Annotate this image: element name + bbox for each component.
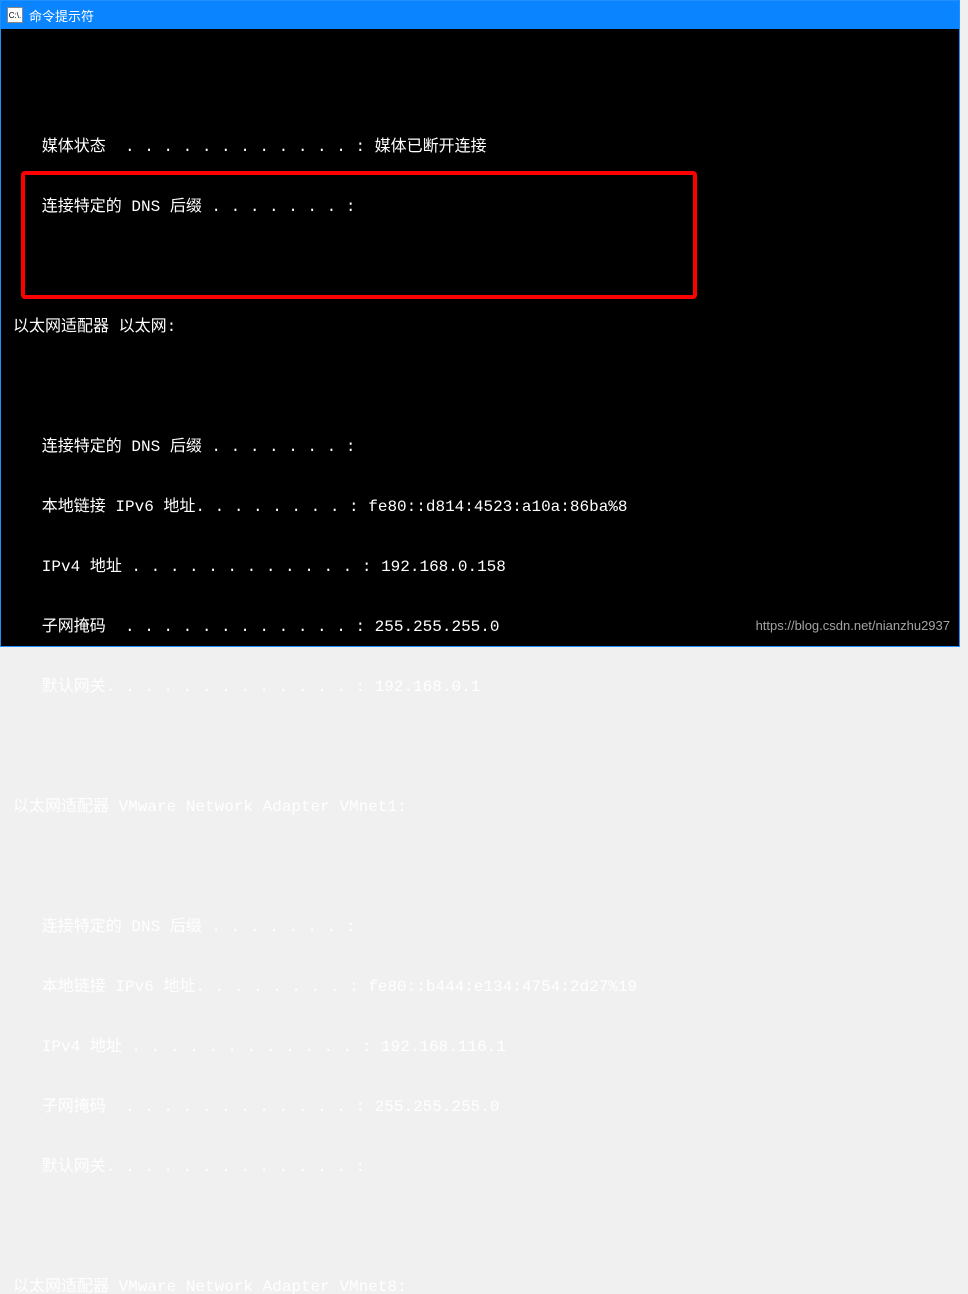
eth-ipv6-label: 本地链接 IPv6 地址. . . . . . . . :	[13, 498, 368, 516]
media-status-label: 媒体状态 . . . . . . . . . . . . :	[13, 138, 375, 156]
eth-gw-line: 默认网关. . . . . . . . . . . . . : 192.168.…	[1, 677, 959, 697]
eth-mask-label: 子网掩码 . . . . . . . . . . . . :	[13, 618, 375, 636]
eth-dns-suffix: 连接特定的 DNS 后缀 . . . . . . . :	[1, 437, 959, 457]
vmnet1-ipv6-line: 本地链接 IPv6 地址. . . . . . . . : fe80::b444…	[1, 977, 959, 997]
vmnet1-header: 以太网适配器 VMware Network Adapter VMnet1:	[1, 797, 959, 817]
eth-ipv4-label: IPv4 地址 . . . . . . . . . . . . :	[13, 558, 381, 576]
media-status-line: 媒体状态 . . . . . . . . . . . . : 媒体已断开连接	[1, 137, 959, 157]
vmnet1-gw-line: 默认网关. . . . . . . . . . . . . :	[1, 1157, 959, 1177]
vmnet1-mask-label: 子网掩码 . . . . . . . . . . . . :	[13, 1098, 375, 1116]
cmd-window: C:\. 命令提示符 媒体状态 . . . . . . . . . . . . …	[0, 0, 960, 647]
watermark: https://blog.csdn.net/nianzhu2937	[756, 618, 950, 633]
vmnet1-ipv4-line: IPv4 地址 . . . . . . . . . . . . : 192.16…	[1, 1037, 959, 1057]
vmnet1-dns-suffix: 连接特定的 DNS 后缀 . . . . . . . :	[1, 917, 959, 937]
highlight-box	[21, 171, 697, 299]
eth-ipv6-line: 本地链接 IPv6 地址. . . . . . . . : fe80::d814…	[1, 497, 959, 517]
vmnet1-ipv4-label: IPv4 地址 . . . . . . . . . . . . :	[13, 1038, 381, 1056]
vmnet1-mask-value: 255.255.255.0	[375, 1098, 500, 1116]
eth-mask-value: 255.255.255.0	[375, 618, 500, 636]
cmd-icon: C:\.	[7, 7, 23, 23]
window-title: 命令提示符	[29, 6, 94, 25]
eth-ipv4-value: 192.168.0.158	[381, 558, 506, 576]
eth-ipv6-value: fe80::d814:4523:a10a:86ba%8	[368, 498, 627, 516]
vmnet1-ipv4-value: 192.168.116.1	[381, 1038, 506, 1056]
eth-ipv4-line: IPv4 地址 . . . . . . . . . . . . : 192.16…	[1, 557, 959, 577]
title-bar[interactable]: C:\. 命令提示符	[1, 1, 959, 29]
vmnet1-mask-line: 子网掩码 . . . . . . . . . . . . : 255.255.2…	[1, 1097, 959, 1117]
eth-gw-label: 默认网关. . . . . . . . . . . . . :	[13, 678, 375, 696]
terminal-output[interactable]: 媒体状态 . . . . . . . . . . . . : 媒体已断开连接 连…	[1, 29, 959, 646]
ethernet-header: 以太网适配器 以太网:	[1, 317, 959, 337]
media-status-value: 媒体已断开连接	[375, 138, 487, 156]
vmnet1-ipv6-label: 本地链接 IPv6 地址. . . . . . . . :	[13, 978, 368, 996]
dns-suffix-line: 连接特定的 DNS 后缀 . . . . . . . :	[1, 197, 959, 217]
vmnet1-ipv6-value: fe80::b444:e134:4754:2d27%19	[368, 978, 637, 996]
eth-gw-value: 192.168.0.1	[375, 678, 481, 696]
vmnet8-header: 以太网适配器 VMware Network Adapter VMnet8:	[1, 1277, 959, 1294]
